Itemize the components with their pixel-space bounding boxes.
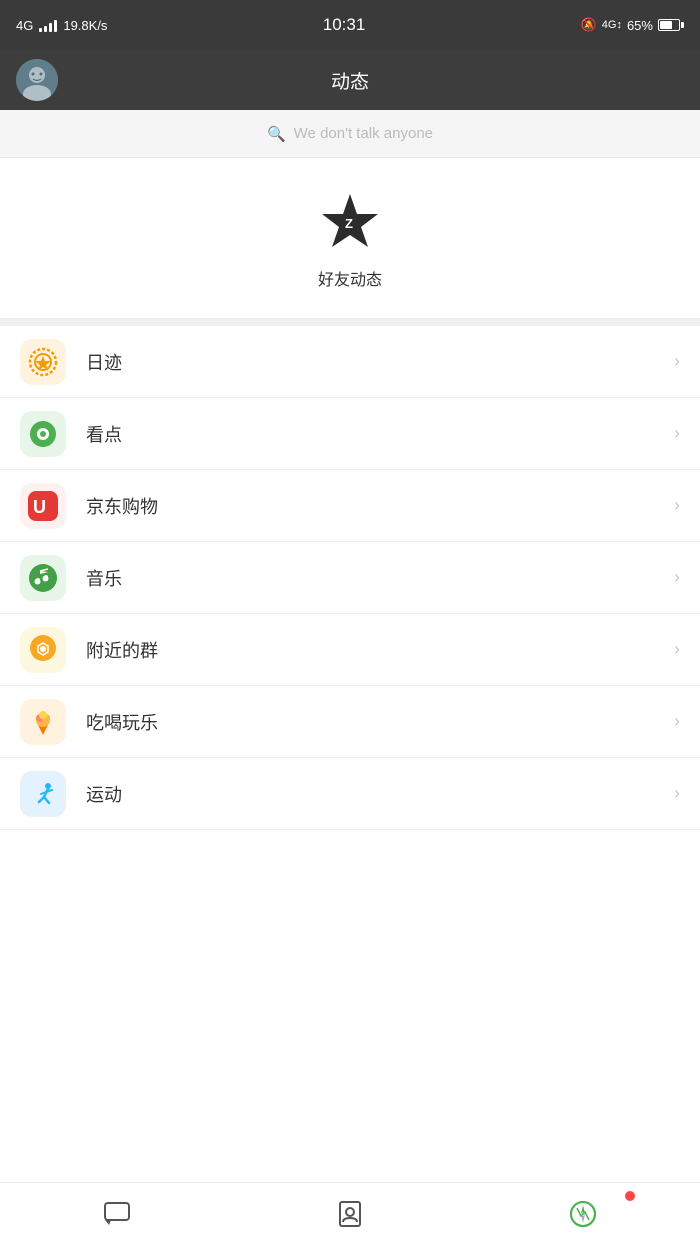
menu-label-chiheyule: 吃喝玩乐 — [86, 709, 674, 735]
menu-icon-sport — [20, 771, 66, 817]
menu-icon-riji — [20, 339, 66, 385]
menu-label-jingdong: 京东购物 — [86, 493, 674, 519]
nav-item-discover[interactable] — [467, 1183, 700, 1244]
bottom-nav — [0, 1182, 700, 1244]
menu-label-funjin: 附近的群 — [86, 637, 674, 663]
menu-item-music[interactable]: 音乐 › — [0, 542, 700, 614]
chat-icon — [103, 1200, 131, 1228]
menu-label-kandian: 看点 — [86, 421, 674, 447]
menu-icon-funjin — [20, 627, 66, 673]
menu-icon-music — [20, 555, 66, 601]
search-placeholder: We don't talk anyone — [294, 125, 433, 142]
menu-item-kandian[interactable]: 看点 › — [0, 398, 700, 470]
menu-item-riji[interactable]: 日迹 › — [0, 326, 700, 398]
avatar[interactable] — [16, 59, 58, 101]
status-right: 🔕 4G↕ 65% — [581, 17, 684, 33]
nav-badge — [625, 1191, 635, 1201]
mute-icon: 🔕 — [581, 17, 597, 33]
menu-icon-kandian — [20, 411, 66, 457]
nav-item-contacts[interactable] — [233, 1183, 466, 1244]
chevron-jingdong: › — [674, 495, 680, 516]
menu-label-riji: 日迹 — [86, 349, 674, 375]
menu-item-jingdong[interactable]: U 京东购物 › — [0, 470, 700, 542]
page-title: 动态 — [58, 67, 642, 94]
menu-item-chiheyule[interactable]: 吃喝玩乐 › — [0, 686, 700, 758]
chevron-kandian: › — [674, 423, 680, 444]
svg-text:U: U — [33, 497, 46, 517]
chevron-chiheyule: › — [674, 711, 680, 732]
chevron-music: › — [674, 567, 680, 588]
friend-activity-label: 好友动态 — [318, 266, 382, 290]
carrier-label: 4G — [16, 18, 33, 33]
menu-label-music: 音乐 — [86, 565, 674, 591]
battery-label: 65% — [627, 18, 653, 33]
signal-bars — [39, 18, 57, 32]
status-bar: 4G 19.8K/s 10:31 🔕 4G↕ 65% — [0, 0, 700, 50]
svg-text:Z: Z — [345, 216, 353, 231]
speed-label: 19.8K/s — [63, 18, 107, 33]
menu-list: 日迹 › 看点 › U 京东购物 › — [0, 326, 700, 830]
friend-activity-star-icon: Z — [318, 190, 382, 254]
menu-item-funjin[interactable]: 附近的群 › — [0, 614, 700, 686]
discover-icon — [569, 1200, 597, 1228]
chevron-sport: › — [674, 783, 680, 804]
friend-activity-section: Z 好友动态 — [0, 158, 700, 326]
menu-label-sport: 运动 — [86, 781, 674, 807]
chevron-funjin: › — [674, 639, 680, 660]
battery-icon — [658, 19, 684, 31]
contacts-icon — [336, 1200, 364, 1228]
time-label: 10:31 — [323, 15, 366, 35]
chevron-riji: › — [674, 351, 680, 372]
menu-item-sport[interactable]: 运动 › — [0, 758, 700, 830]
menu-icon-chiheyule — [20, 699, 66, 745]
nav-item-chat[interactable] — [0, 1183, 233, 1244]
status-left: 4G 19.8K/s — [16, 18, 107, 33]
data-icon: 4G↕ — [602, 19, 622, 31]
search-bar[interactable]: 🔍 We don't talk anyone — [0, 110, 700, 158]
header: 动态 — [0, 50, 700, 110]
menu-icon-jingdong: U — [20, 483, 66, 529]
search-icon: 🔍 — [267, 125, 286, 143]
